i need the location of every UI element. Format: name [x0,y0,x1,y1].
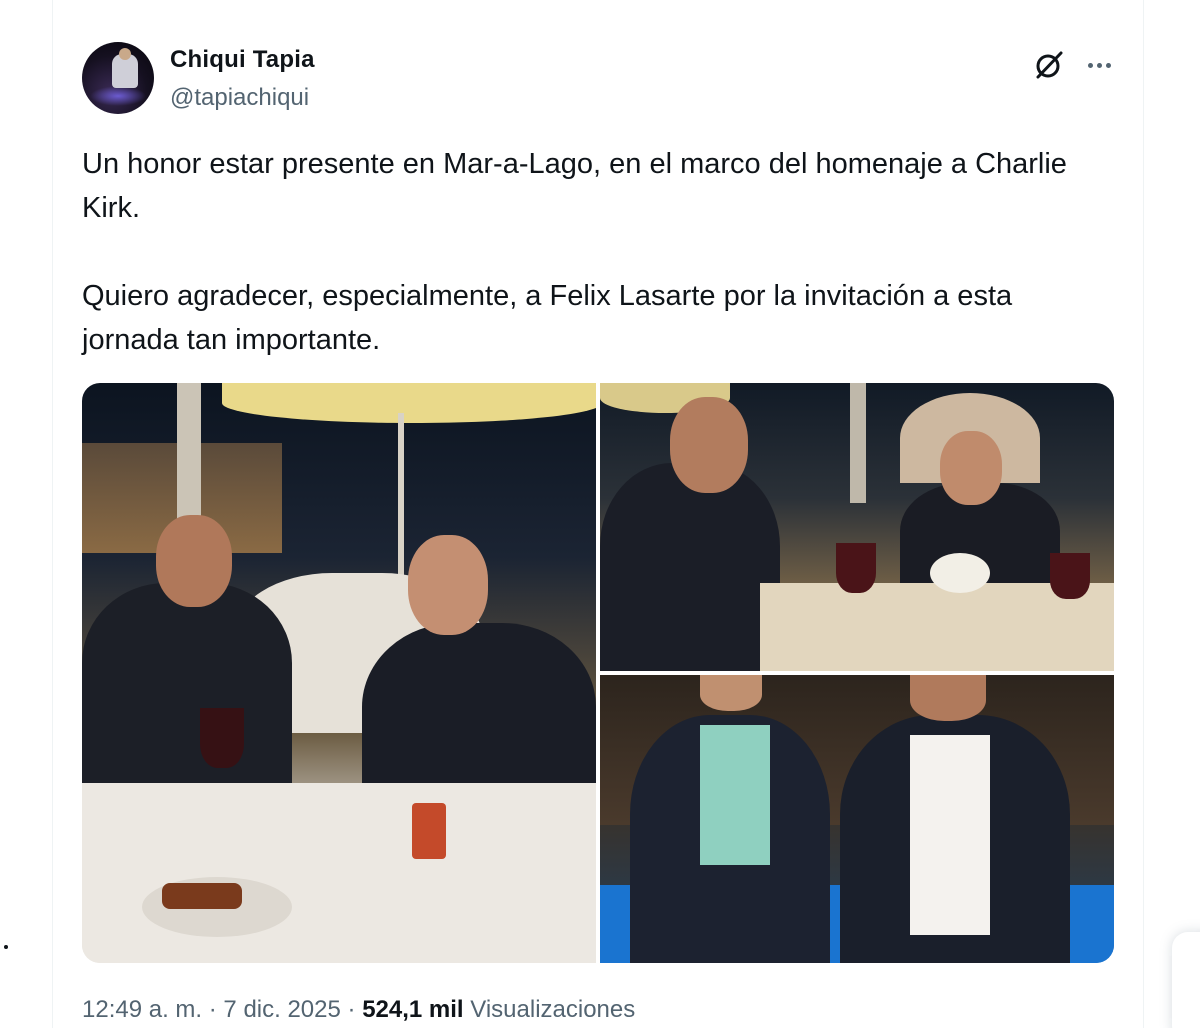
tweet-header: Chiqui Tapia @tapiachiqui [82,40,1116,116]
tweet-paragraph: Un honor estar presente en Mar-a-Lago, e… [82,148,1067,224]
person-right-face [910,675,986,721]
views-label: Visualizaciones [470,996,636,1023]
palm-trunk [850,383,866,503]
grok-icon[interactable] [1032,48,1066,82]
person-left-face [670,397,748,493]
photo-poolside[interactable] [600,675,1114,963]
bullet-dot [4,945,8,949]
person-left-face [156,515,232,607]
flower-centerpiece [930,553,990,593]
views-count: 524,1 mil [362,996,464,1023]
photo-dinner-table[interactable] [82,383,596,963]
author-handle[interactable]: @tapiachiqui [170,84,309,112]
wine-glass [200,708,244,768]
author-name[interactable]: Chiqui Tapia [170,46,315,74]
tweet-page: Chiqui Tapia @tapiachiqui Un honor estar… [0,0,1200,1028]
dessert [162,883,242,909]
floating-card-edge [1172,932,1200,1028]
meta-separator: · [347,996,356,1023]
timeline-right-border [1143,0,1144,1028]
more-icon[interactable] [1082,48,1116,82]
avatar-figure-head [119,48,131,60]
tweet-paragraph: Quiero agradecer, especialmente, a Felix… [82,280,1013,356]
person-left-face [700,675,762,711]
tweet: Chiqui Tapia @tapiachiqui Un honor estar… [82,40,1116,1023]
avatar[interactable] [82,42,154,114]
wine-glass [836,543,876,593]
tweet-time[interactable]: 12:49 a. m. [82,996,202,1023]
tablecloth [82,783,596,963]
cocktail-glass [412,803,446,859]
wine-glass [1050,553,1090,599]
tweet-text: Un honor estar presente en Mar-a-Lago, e… [82,142,1116,362]
meta-separator: · [208,996,217,1023]
photo-conversation[interactable] [600,383,1114,671]
person-right-shirt [910,735,990,935]
timeline-left-border [52,0,53,1028]
avatar-stage-glow [90,86,146,106]
person-right-face [940,431,1002,505]
tweet-meta: 12:49 a. m. · 7 dic. 2025 · 524,1 mil Vi… [82,996,635,1026]
person-left-shirt [700,725,770,865]
person-left-suit [82,583,292,783]
media-grid [82,383,1114,963]
person-left-suit [600,463,780,671]
tweet-date[interactable]: 7 dic. 2025 [223,996,340,1023]
person-right-face [408,535,488,635]
umbrella-canopy [222,383,596,423]
